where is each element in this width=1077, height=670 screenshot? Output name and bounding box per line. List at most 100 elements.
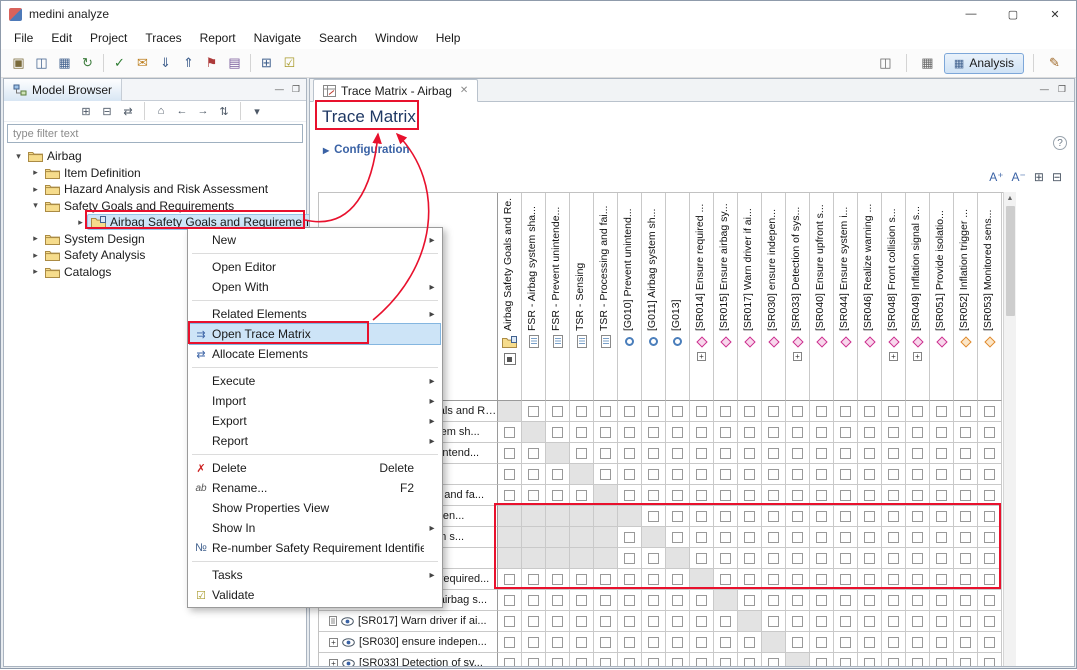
matrix-cell[interactable] (618, 527, 642, 548)
trace-checkbox[interactable] (816, 469, 827, 480)
trace-checkbox[interactable] (744, 658, 755, 667)
trace-checkbox[interactable] (960, 637, 971, 648)
save-icon[interactable]: ◫ (30, 52, 53, 74)
menu-window[interactable]: Window (366, 29, 427, 47)
matrix-row-header[interactable]: [SR017] Warn driver if ai... (319, 611, 498, 632)
matrix-cell[interactable] (690, 590, 714, 611)
trace-checkbox[interactable] (624, 574, 635, 585)
trace-checkbox[interactable] (720, 637, 731, 648)
matrix-cell[interactable] (762, 590, 786, 611)
matrix-cell[interactable] (498, 443, 522, 464)
matrix-cell[interactable] (714, 527, 738, 548)
matrix-cell[interactable] (906, 443, 930, 464)
trace-checkbox[interactable] (792, 406, 803, 417)
menu-navigate[interactable]: Navigate (245, 29, 310, 47)
tab-model-browser[interactable]: Model Browser (4, 79, 122, 101)
trace-checkbox[interactable] (600, 448, 611, 459)
analysis-perspective-button[interactable]: ▦ Analysis (944, 53, 1024, 74)
matrix-cell[interactable] (906, 569, 930, 590)
expand-icon[interactable]: + (913, 352, 922, 361)
matrix-cell[interactable] (762, 443, 786, 464)
matrix-cell[interactable] (858, 611, 882, 632)
matrix-cell[interactable] (834, 527, 858, 548)
trace-checkbox[interactable] (768, 595, 779, 606)
trace-checkbox[interactable] (768, 427, 779, 438)
trace-checkbox[interactable] (984, 511, 995, 522)
matrix-cell[interactable] (930, 632, 954, 653)
matrix-cell[interactable] (810, 569, 834, 590)
validate-icon[interactable]: ☑ (278, 52, 301, 74)
matrix-cell[interactable] (714, 464, 738, 485)
matrix-column-header[interactable]: [G013] (666, 193, 690, 401)
matrix-column-header[interactable]: [SR044] Ensure system i... (834, 193, 858, 401)
matrix-cell[interactable] (834, 506, 858, 527)
menu-item-show-properties-view[interactable]: Show Properties View (190, 498, 440, 518)
open-perspective-icon[interactable]: ▦ (916, 52, 939, 74)
trace-checkbox[interactable] (816, 406, 827, 417)
matrix-cell[interactable] (666, 527, 690, 548)
matrix-cell[interactable] (618, 569, 642, 590)
trace-checkbox[interactable] (864, 553, 875, 564)
matrix-cell[interactable] (690, 464, 714, 485)
matrix-cell[interactable] (858, 506, 882, 527)
matrix-cell[interactable] (642, 401, 666, 422)
matrix-cell[interactable] (618, 590, 642, 611)
tree-item-safety-goals-and-requirements[interactable]: ▾Safety Goals and Requirements (4, 198, 306, 215)
matrix-cell[interactable] (786, 590, 810, 611)
matrix-cell[interactable] (618, 422, 642, 443)
trace-checkbox[interactable] (864, 469, 875, 480)
trace-checkbox[interactable] (792, 553, 803, 564)
editor-area-icon[interactable]: ◫ (874, 52, 897, 74)
matrix-cell[interactable] (666, 653, 690, 666)
trace-checkbox[interactable] (984, 637, 995, 648)
matrix-cell[interactable] (498, 569, 522, 590)
matrix-cell[interactable] (570, 401, 594, 422)
matrix-cell[interactable] (882, 653, 906, 666)
export-icon[interactable]: ⇑ (177, 52, 200, 74)
matrix-cell[interactable] (858, 590, 882, 611)
trace-checkbox[interactable] (648, 448, 659, 459)
trace-checkbox[interactable] (504, 490, 515, 501)
matrix-column-header[interactable]: [SR051] Provide isolatio... (930, 193, 954, 401)
tree-expander-icon[interactable]: ▸ (29, 266, 42, 277)
col-all-icon[interactable]: ⊟ (98, 105, 116, 118)
matrix-cell[interactable] (642, 443, 666, 464)
trace-checkbox[interactable] (816, 511, 827, 522)
tree-expander-icon[interactable]: ▸ (29, 167, 42, 178)
trace-checkbox[interactable] (864, 406, 875, 417)
menu-item-export[interactable]: Export▸ (190, 411, 440, 431)
matrix-cell[interactable] (930, 443, 954, 464)
trace-checkbox[interactable] (648, 406, 659, 417)
trace-checkbox[interactable] (696, 406, 707, 417)
trace-checkbox[interactable] (576, 427, 587, 438)
trace-checkbox[interactable] (984, 469, 995, 480)
matrix-cell[interactable] (954, 653, 978, 666)
minimize-editor-icon[interactable]: — (1040, 84, 1049, 95)
trace-checkbox[interactable] (720, 469, 731, 480)
matrix-cell[interactable] (666, 506, 690, 527)
matrix-cell[interactable] (738, 485, 762, 506)
trace-checkbox[interactable] (624, 637, 635, 648)
matrix-cell[interactable] (618, 464, 642, 485)
matrix-cell[interactable] (978, 569, 1002, 590)
matrix-cell[interactable] (642, 632, 666, 653)
matrix-cell[interactable] (594, 401, 618, 422)
matrix-cell[interactable] (930, 527, 954, 548)
trace-checkbox[interactable] (936, 658, 947, 667)
matrix-cell[interactable] (666, 464, 690, 485)
matrix-cell[interactable] (498, 653, 522, 666)
collapse-box-icon[interactable] (504, 353, 516, 365)
matrix-cell[interactable] (810, 401, 834, 422)
matrix-cell[interactable] (570, 443, 594, 464)
matrix-cell[interactable] (690, 527, 714, 548)
matrix-cell[interactable] (714, 506, 738, 527)
trace-checkbox[interactable] (624, 427, 635, 438)
trace-checkbox[interactable] (792, 427, 803, 438)
trace-checkbox[interactable] (816, 637, 827, 648)
font-increase-icon[interactable]: A⁺ (989, 170, 1003, 184)
trace-checkbox[interactable] (936, 616, 947, 627)
refresh-icon[interactable]: ↻ (76, 52, 99, 74)
matrix-cell[interactable] (714, 422, 738, 443)
matrix-cell[interactable] (834, 548, 858, 569)
matrix-cell[interactable] (738, 506, 762, 527)
